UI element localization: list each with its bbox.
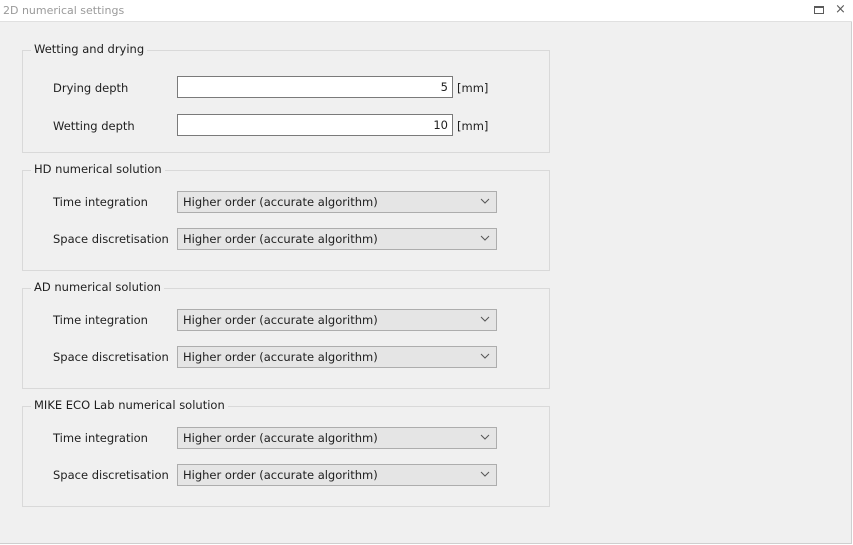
group-title-wetting: Wetting and drying [31, 42, 148, 56]
ad-time-integration-value: Higher order (accurate algorithm) [183, 313, 378, 327]
hd-numerical-group: HD numerical solution Time integration H… [22, 162, 550, 271]
wetting-depth-unit: [mm] [457, 119, 489, 133]
ad-time-integration-label: Time integration [53, 313, 148, 327]
ad-time-integration-select[interactable]: Higher order (accurate algorithm) [177, 309, 497, 331]
hd-space-discretisation-value: Higher order (accurate algorithm) [183, 232, 378, 246]
group-title-hd: HD numerical solution [31, 162, 165, 176]
eco-space-discretisation-select[interactable]: Higher order (accurate algorithm) [177, 464, 497, 486]
chevron-down-icon [480, 434, 490, 440]
ad-numerical-group: AD numerical solution Time integration H… [22, 280, 550, 389]
hd-time-integration-label: Time integration [53, 195, 148, 209]
hd-space-discretisation-label: Space discretisation [53, 232, 169, 246]
ad-space-discretisation-value: Higher order (accurate algorithm) [183, 350, 378, 364]
wetting-depth-label: Wetting depth [53, 119, 135, 133]
drying-depth-unit: [mm] [457, 81, 489, 95]
wetting-drying-group: Wetting and drying Drying depth [mm] Wet… [22, 42, 550, 153]
ad-space-discretisation-select[interactable]: Higher order (accurate algorithm) [177, 346, 497, 368]
wetting-depth-input[interactable] [177, 114, 453, 136]
chevron-down-icon [480, 316, 490, 322]
window-title: 2D numerical settings [3, 4, 125, 17]
group-title-eco: MIKE ECO Lab numerical solution [31, 398, 228, 412]
eco-lab-numerical-group: MIKE ECO Lab numerical solution Time int… [22, 398, 550, 507]
hd-space-discretisation-select[interactable]: Higher order (accurate algorithm) [177, 228, 497, 250]
drying-depth-input[interactable] [177, 76, 453, 98]
eco-space-discretisation-value: Higher order (accurate algorithm) [183, 468, 378, 482]
settings-window: 2D numerical settings × Wetting and dryi… [0, 0, 852, 544]
chevron-down-icon [480, 353, 490, 359]
close-icon[interactable]: × [835, 3, 846, 17]
group-title-ad: AD numerical solution [31, 280, 164, 294]
chevron-down-icon [480, 235, 490, 241]
chevron-down-icon [480, 198, 490, 204]
ad-space-discretisation-label: Space discretisation [53, 350, 169, 364]
title-bar: 2D numerical settings × [0, 0, 852, 22]
hd-time-integration-select[interactable]: Higher order (accurate algorithm) [177, 191, 497, 213]
eco-time-integration-select[interactable]: Higher order (accurate algorithm) [177, 427, 497, 449]
eco-time-integration-label: Time integration [53, 431, 148, 445]
chevron-down-icon [480, 471, 490, 477]
eco-time-integration-value: Higher order (accurate algorithm) [183, 431, 378, 445]
eco-space-discretisation-label: Space discretisation [53, 468, 169, 482]
drying-depth-label: Drying depth [53, 81, 129, 95]
restore-icon[interactable] [814, 3, 824, 17]
hd-time-integration-value: Higher order (accurate algorithm) [183, 195, 378, 209]
